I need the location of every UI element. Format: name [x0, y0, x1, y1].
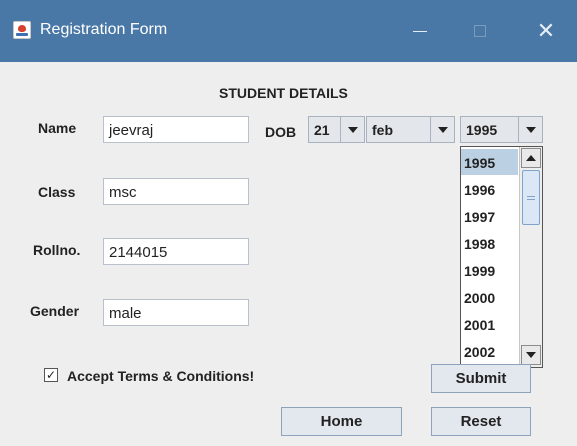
year-option[interactable]: 1995 — [461, 149, 518, 175]
grip-icon — [527, 195, 535, 200]
chevron-down-icon — [525, 126, 536, 133]
home-button[interactable]: Home — [281, 407, 402, 436]
dob-year-value: 1995 — [466, 122, 498, 138]
year-option[interactable]: 1999 — [461, 257, 518, 283]
dob-month-value: feb — [372, 122, 393, 138]
class-input[interactable]: msc — [103, 178, 249, 205]
arrow-up-icon — [526, 155, 536, 161]
scroll-thumb[interactable] — [522, 170, 540, 225]
year-option[interactable]: 2001 — [461, 311, 518, 337]
year-option[interactable]: 2000 — [461, 284, 518, 310]
reset-button[interactable]: Reset — [431, 407, 531, 436]
year-dropdown-list[interactable]: 1995 1996 1997 1998 1999 2000 2001 2002 — [460, 146, 543, 368]
dob-day-select[interactable]: 21 — [308, 116, 365, 143]
year-option[interactable]: 1997 — [461, 203, 518, 229]
close-button[interactable]: ✕ — [521, 0, 571, 62]
gender-input[interactable]: male — [103, 299, 249, 326]
dob-month-select[interactable]: feb — [366, 116, 455, 143]
close-icon: ✕ — [536, 18, 556, 43]
dob-month-arrow[interactable] — [430, 117, 454, 142]
scroll-down-button[interactable] — [521, 345, 541, 365]
check-icon: ✓ — [45, 368, 57, 382]
submit-button[interactable]: Submit — [431, 364, 531, 393]
minimize-button[interactable] — [395, 0, 445, 62]
rollno-input[interactable]: 2144015 — [103, 238, 249, 265]
form-heading: STUDENT DETAILS — [219, 85, 348, 101]
year-option[interactable]: 1996 — [461, 176, 518, 202]
year-scrollbar[interactable] — [519, 147, 542, 367]
arrow-down-icon — [526, 352, 536, 358]
dob-label: DOB — [265, 124, 297, 140]
year-option[interactable]: 1998 — [461, 230, 518, 256]
dob-day-arrow[interactable] — [340, 117, 364, 142]
name-input[interactable]: jeevraj — [103, 116, 249, 143]
registration-window: Registration Form ✕ STUDENT DETAILS Name… — [0, 0, 577, 446]
minimize-icon — [413, 30, 427, 32]
terms-checkbox[interactable]: ✓ — [44, 368, 58, 382]
chevron-down-icon — [347, 126, 358, 133]
dob-year-select[interactable]: 1995 — [460, 116, 543, 143]
chevron-down-icon — [437, 126, 448, 133]
name-label: Name — [38, 120, 77, 136]
rollno-label: Rollno. — [33, 242, 81, 258]
class-label: Class — [38, 184, 76, 200]
java-app-icon — [13, 21, 31, 39]
year-option[interactable]: 2002 — [461, 338, 518, 364]
gender-label: Gender — [30, 303, 80, 319]
dob-day-value: 21 — [314, 122, 330, 138]
window-title: Registration Form — [40, 21, 168, 38]
maximize-icon — [474, 25, 486, 37]
scroll-up-button[interactable] — [521, 148, 541, 168]
terms-label[interactable]: Accept Terms & Conditions! — [67, 368, 254, 384]
dob-year-arrow[interactable] — [518, 117, 542, 142]
title-bar[interactable]: Registration Form ✕ — [0, 0, 577, 62]
maximize-button[interactable] — [455, 0, 505, 62]
